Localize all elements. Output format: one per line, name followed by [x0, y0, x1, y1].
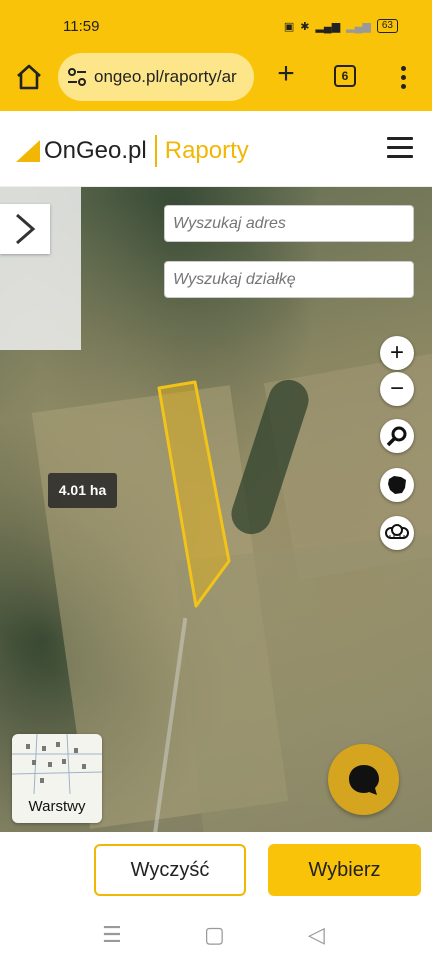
- bluetooth-icon: ✱: [300, 20, 310, 33]
- signal-5g-icon: ▂▄▆: [315, 20, 341, 33]
- status-icons: ▣ ✱ ▂▄▆ ▂▄▆ 63: [284, 19, 398, 33]
- clear-button[interactable]: Wyczyść: [94, 844, 246, 896]
- search-parcel-input[interactable]: [164, 261, 414, 298]
- logo-mark-icon: [16, 140, 40, 162]
- country-map-icon[interactable]: [380, 468, 414, 502]
- logo[interactable]: OnGeo.pl Raporty: [16, 135, 249, 167]
- url-text: ongeo.pl/raporty/ar: [94, 67, 237, 86]
- logo-divider: [154, 135, 157, 167]
- home-nav-icon[interactable]: ▢: [204, 922, 225, 948]
- side-panel-toggle[interactable]: [0, 204, 50, 254]
- menu-icon[interactable]: [387, 137, 413, 159]
- chevron-right-icon: [16, 213, 36, 245]
- area-label: 4.01 ha: [48, 473, 117, 508]
- home-icon[interactable]: [14, 62, 44, 92]
- recents-icon[interactable]: ☰: [102, 922, 122, 948]
- back-icon[interactable]: ◁: [308, 922, 325, 948]
- more-menu-icon[interactable]: [398, 64, 408, 90]
- battery-icon: 63: [376, 19, 398, 33]
- nfc-icon: ▣: [283, 20, 295, 33]
- zoom-in-button[interactable]: +: [380, 336, 414, 370]
- magnifier-icon[interactable]: [380, 419, 414, 453]
- zoom-out-button[interactable]: −: [380, 372, 414, 406]
- signal-icon: ▂▄▆: [346, 20, 371, 33]
- status-bar: 11:59 ▣ ✱ ▂▄▆ ▂▄▆ 63: [0, 0, 432, 52]
- address-bar[interactable]: ongeo.pl/raporty/ar: [58, 53, 254, 101]
- action-bar: Wyczyść Wybierz: [0, 832, 432, 908]
- tab-switcher-button[interactable]: 6: [334, 65, 356, 87]
- measure-tape-icon[interactable]: [380, 516, 414, 550]
- section-title: Raporty: [164, 137, 249, 164]
- status-time: 11:59: [63, 18, 100, 35]
- chat-button[interactable]: [328, 744, 399, 815]
- brand-name: OnGeo.pl: [44, 137, 147, 164]
- chat-bubble-icon: [348, 764, 379, 795]
- app-header: OnGeo.pl Raporty: [0, 111, 432, 187]
- site-settings-icon[interactable]: [66, 66, 88, 88]
- search-address-input[interactable]: [164, 205, 414, 242]
- system-nav-bar: ☰ ▢ ◁: [0, 908, 432, 960]
- layers-label: Warstwy: [28, 798, 86, 815]
- new-tab-button[interactable]: +: [273, 59, 299, 89]
- browser-toolbar: ongeo.pl/raporty/ar + 6: [0, 52, 432, 104]
- select-button[interactable]: Wybierz: [268, 844, 421, 896]
- map-view[interactable]: + − 4.01 ha Warstwy: [0, 187, 432, 832]
- top-bar: 11:59 ▣ ✱ ▂▄▆ ▂▄▆ 63 ongeo.pl/raporty/ar…: [0, 0, 432, 111]
- layers-button[interactable]: Warstwy: [12, 734, 102, 823]
